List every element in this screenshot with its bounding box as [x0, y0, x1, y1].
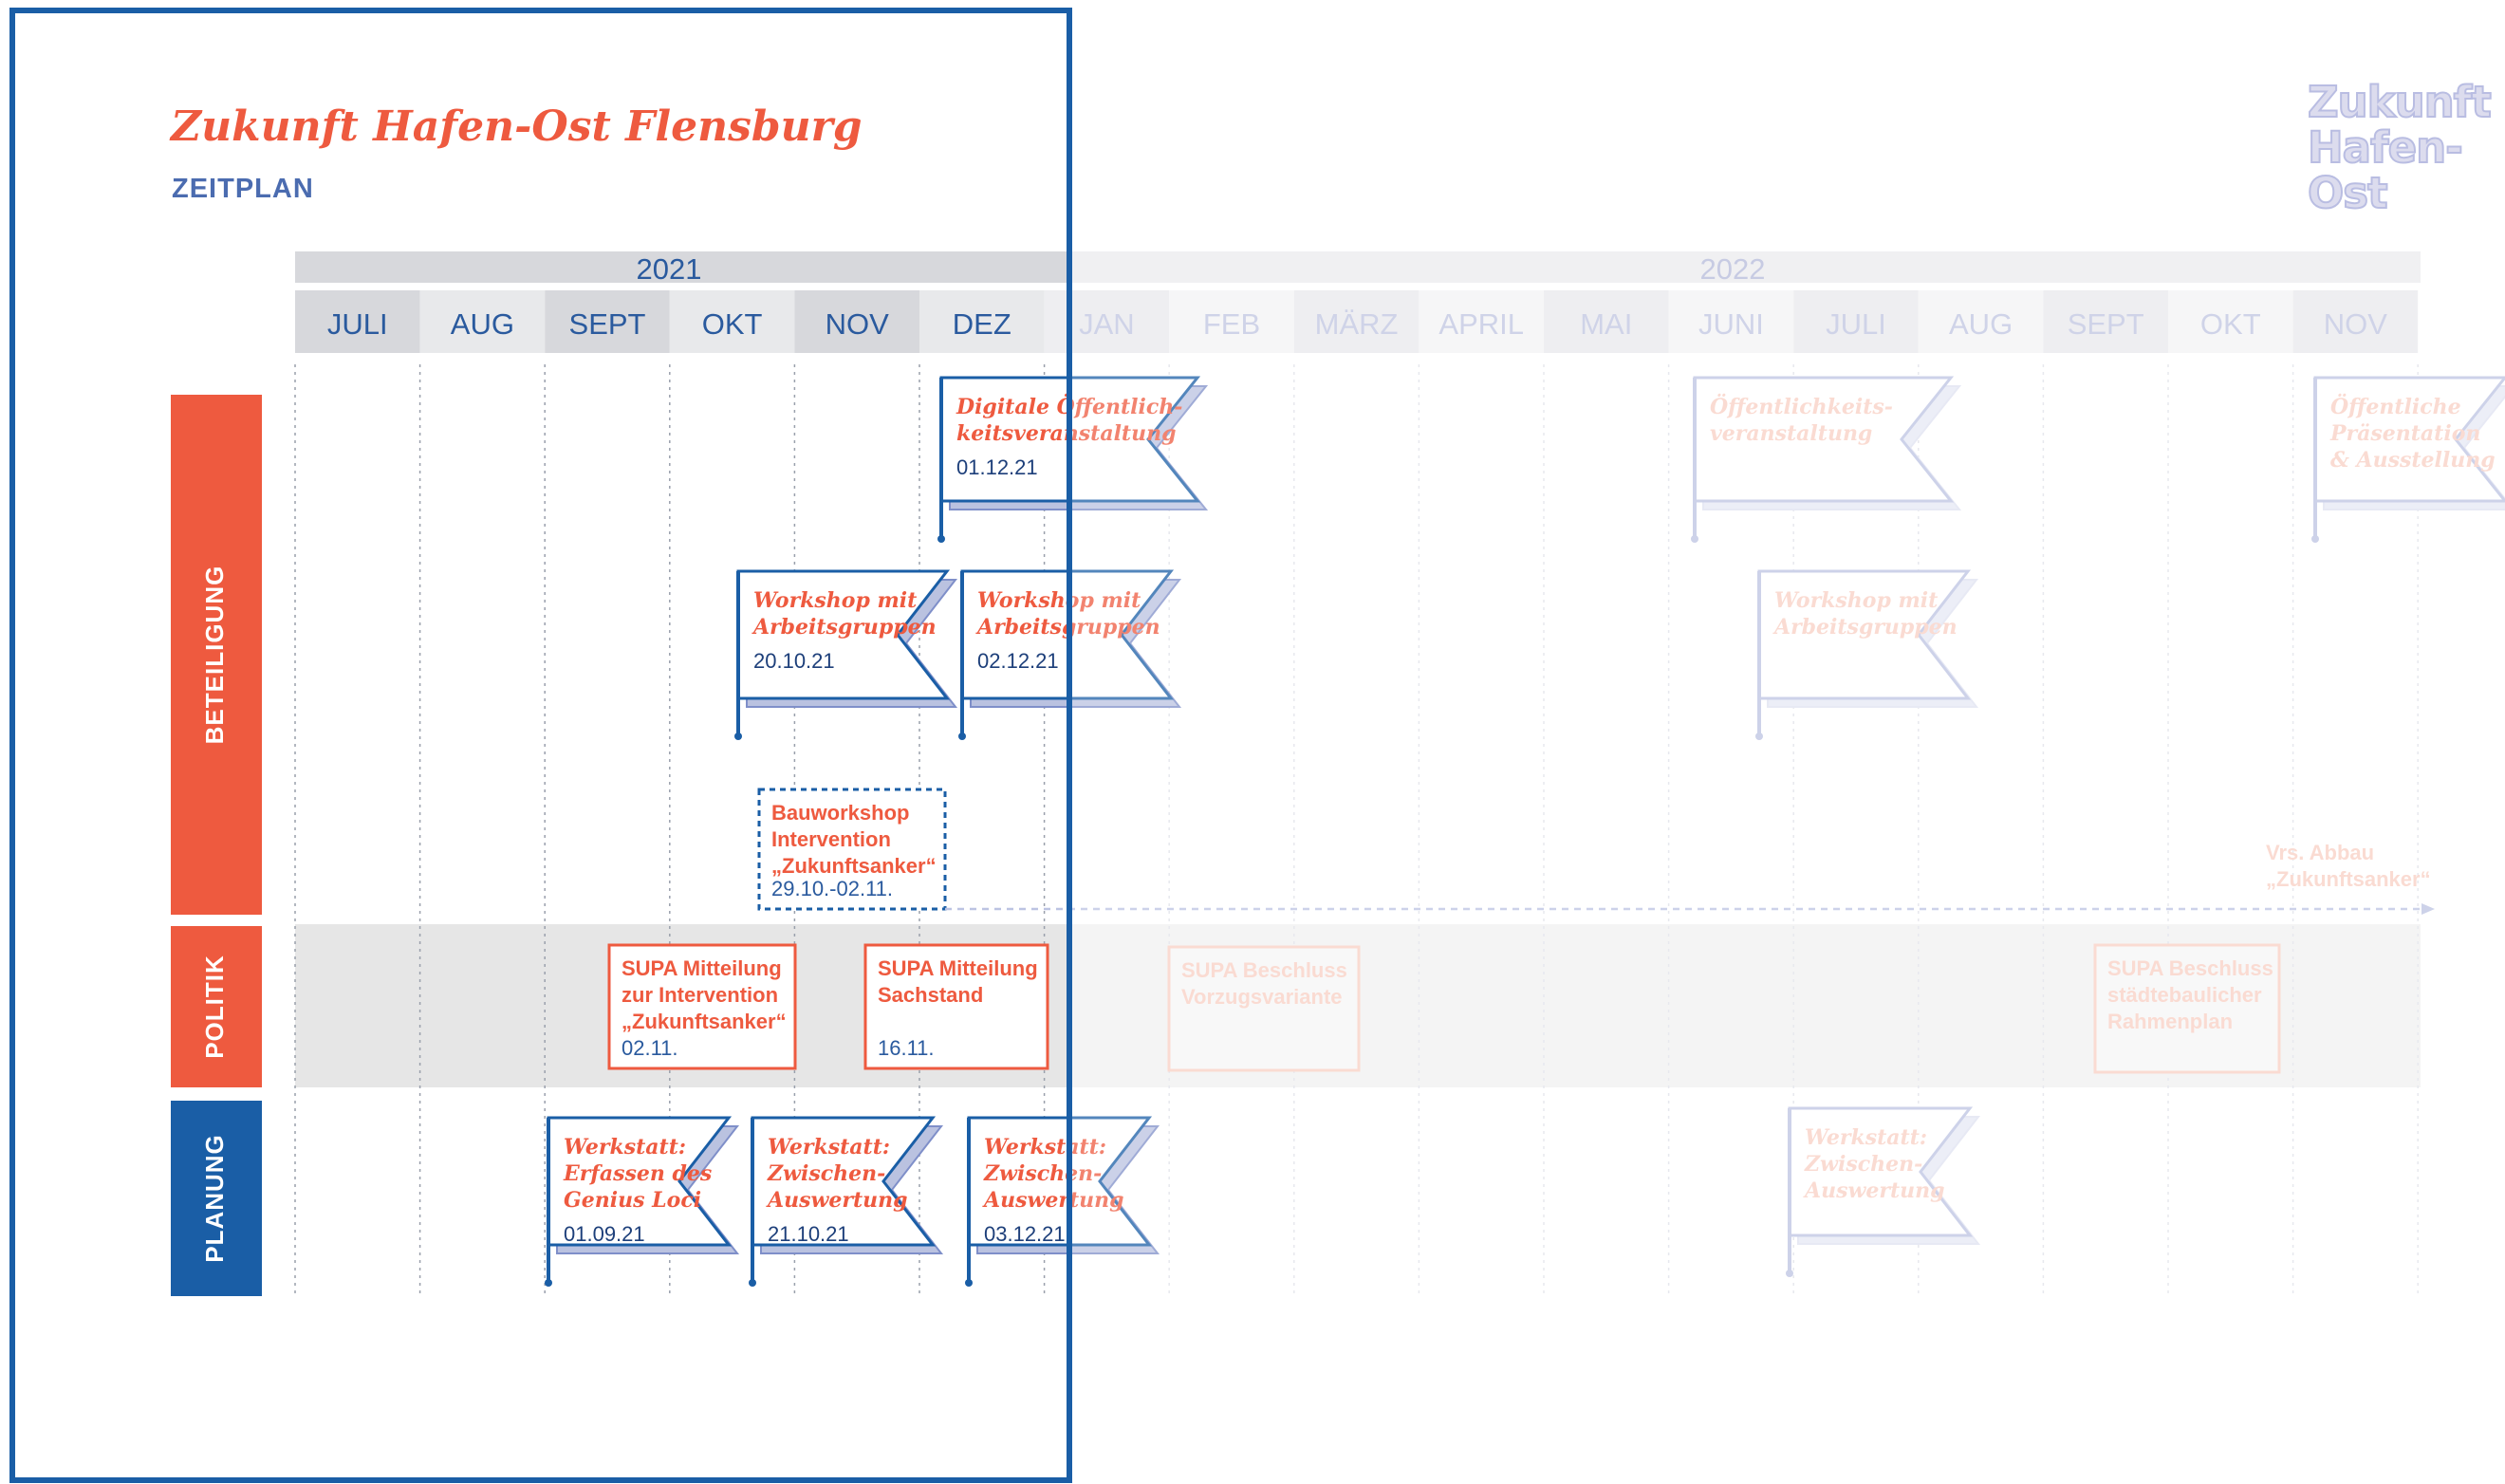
box-text: Sachstand [878, 983, 983, 1007]
flag-pole-foot [965, 1279, 973, 1287]
month-label: JAN [1079, 307, 1135, 341]
month-label: APRIL [1438, 307, 1524, 341]
flag-text: Genius Loci [564, 1188, 701, 1213]
box-text: „Zukunftsanker“ [771, 854, 937, 878]
timeline-svg: 2021 2022 JULI AUG SEPT OKT NOV DEZ JAN FEB MÄRZ AP… [171, 251, 2505, 1309]
flag-workshop-oct: Workshop mitArbeitsgruppen 20.10.21 [734, 569, 958, 740]
month-label: SEPT [569, 307, 646, 341]
box-date: 29.10.-02.11. [771, 877, 893, 900]
flag-date: 21.10.21 [768, 1222, 849, 1246]
box-date: 02.11. [622, 1036, 678, 1060]
flag-pole-foot [749, 1279, 756, 1287]
month-label: SEPT [2068, 307, 2144, 341]
timeline-canvas: 2021 2022 JULI AUG SEPT OKT NOV DEZ JAN FEB MÄRZ AP… [0, 0, 2505, 1479]
flag-werkstatt-zwischen-oct: Werkstatt:Zwischen-Auswertung 21.10.21 [749, 1116, 944, 1287]
month-label: AUG [451, 307, 514, 341]
flag-text: Werkstatt: [564, 1135, 686, 1159]
month-label: NOV [826, 307, 890, 341]
row-label-text: PLANUNG [200, 1134, 229, 1263]
flag-pole-foot [545, 1279, 552, 1287]
flag-text: Erfassen des [563, 1161, 712, 1186]
box-supa-mitteilung-sachstand: SUPA Mitteilung Sachstand 16.11. [863, 943, 1049, 1070]
logo-line: Hafen- [2307, 122, 2464, 173]
flag-date: 03.12.21 [984, 1222, 1066, 1246]
year-label-2021: 2021 [637, 252, 702, 286]
logo-line: Zukunft [2307, 77, 2493, 127]
box-text: Bauworkshop [771, 801, 909, 825]
box-text: zur Intervention [622, 983, 778, 1007]
flag-text: Werkstatt: [768, 1135, 890, 1159]
month-label: MÄRZ [1315, 307, 1399, 341]
flag-date: 01.12.21 [956, 455, 1038, 479]
month-label: OKT [2200, 307, 2261, 341]
flag-date: 01.09.21 [564, 1222, 645, 1246]
box-supa-mitteilung-intervention: SUPA Mitteilung zur Intervention „Zukunfts… [607, 943, 797, 1070]
flag-pole-foot [734, 733, 742, 740]
month-label: DEZ [953, 307, 1011, 341]
box-bauworkshop: BauworkshopIntervention „Zukunftsanker“29… [757, 788, 947, 911]
logo-line: Ost [2307, 168, 2389, 218]
month-label: MAI [1580, 307, 1632, 341]
logo-wordmark: Zukunft Hafen- Ost [2307, 77, 2493, 218]
flag-pole-foot [958, 733, 966, 740]
month-label: FEB [1203, 307, 1260, 341]
month-label: OKT [702, 307, 763, 341]
flag-date: 02.12.21 [977, 649, 1059, 673]
flag-pole-foot [937, 535, 945, 543]
box-text: „Zukunftsanker“ [622, 1010, 787, 1033]
page-title: Zukunft Hafen-Ost Flensburg [171, 102, 863, 151]
row-label-text: BETEILIGUNG [200, 566, 229, 745]
box-text: SUPA Mitteilung [878, 956, 1038, 980]
month-label: NOV [2324, 307, 2388, 341]
month-label: JULI [1826, 307, 1886, 341]
flag-text: Workshop mit [753, 588, 917, 613]
page-subtitle: ZEITPLAN [172, 174, 314, 204]
month-label: JULI [327, 307, 388, 341]
flag-text: Arbeitsgruppen [752, 615, 937, 640]
month-label: JUNI [1698, 307, 1764, 341]
row-label-text: POLITIK [200, 955, 229, 1059]
year-label-2022: 2022 [1700, 252, 1766, 286]
flag-text: Zwischen- [767, 1161, 885, 1186]
box-date: 16.11. [878, 1036, 935, 1060]
box-text: SUPA Mitteilung [622, 956, 782, 980]
future-fade-overlay [1072, 361, 2505, 1309]
flag-date: 20.10.21 [753, 649, 835, 673]
flag-text: Auswertung [766, 1188, 908, 1213]
flag-werkstatt-genius-loci: Werkstatt:Erfassen desGenius Loci 01.09.2… [545, 1116, 740, 1287]
month-label: AUG [1949, 307, 2013, 341]
box-text: Intervention [771, 827, 891, 851]
